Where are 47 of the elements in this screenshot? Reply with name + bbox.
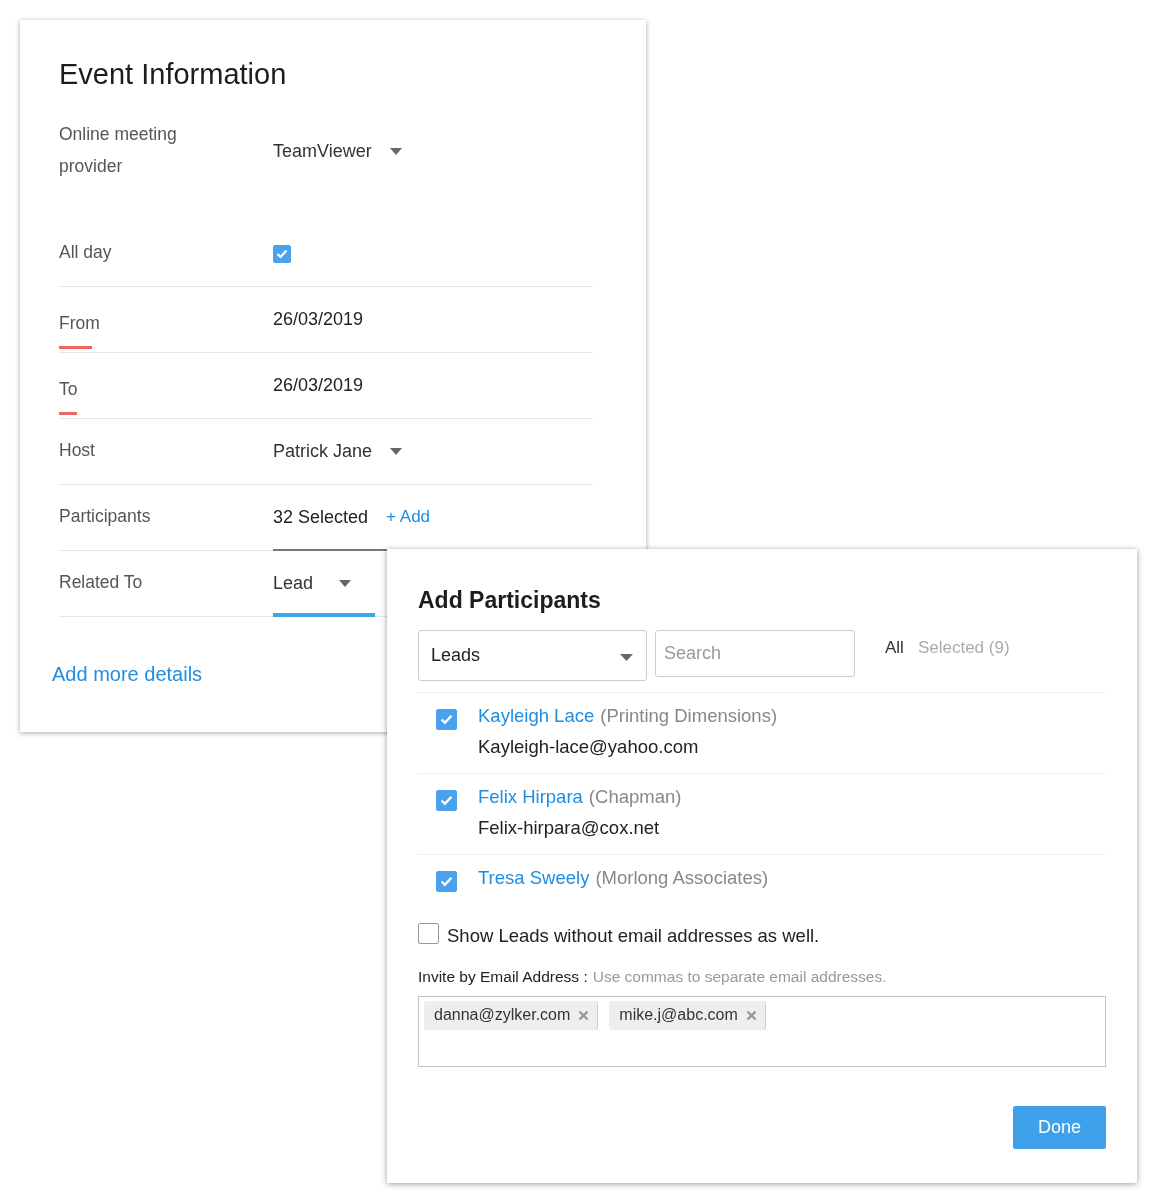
field-label: Participants bbox=[59, 505, 151, 528]
dropdown[interactable]: TeamViewer bbox=[273, 111, 402, 192]
add-more-details-link[interactable]: Add more details bbox=[52, 663, 203, 686]
participant-name[interactable]: Tresa Sweely bbox=[478, 867, 590, 889]
participant-name[interactable]: Kayleigh Lace bbox=[478, 705, 595, 727]
search-field[interactable]: Search bbox=[655, 630, 855, 677]
caret-icon bbox=[339, 579, 352, 587]
selected-count: 32 Selected bbox=[273, 506, 369, 528]
check-icon bbox=[440, 714, 453, 725]
checkbox[interactable] bbox=[436, 790, 457, 811]
invite-label: Invite by Email Address : bbox=[418, 968, 588, 986]
dialog-title: Add Participants bbox=[418, 587, 602, 614]
card-title: Event Information bbox=[59, 58, 288, 91]
caret-icon bbox=[620, 654, 633, 661]
email-input-field[interactable]: danna@zylker.com mike.j@abc.com bbox=[418, 996, 1106, 1067]
field-label: Host bbox=[59, 439, 95, 462]
participant-email: Felix-hirpara@cox.net bbox=[478, 817, 661, 839]
company-name: (Printing Dimensions) bbox=[600, 705, 778, 727]
date-field[interactable]: 26/03/2019 bbox=[273, 309, 364, 330]
check-icon bbox=[276, 248, 288, 259]
close-icon[interactable] bbox=[745, 1009, 757, 1021]
check-icon bbox=[440, 795, 453, 806]
check-icon bbox=[440, 876, 453, 887]
company-name: (Morlong Associates) bbox=[595, 867, 769, 889]
checkbox[interactable] bbox=[436, 709, 457, 730]
dropdown[interactable]: Patrick Jane bbox=[273, 419, 403, 485]
participant-email: Kayleigh-lace@yahoo.com bbox=[478, 736, 700, 758]
caret-icon bbox=[389, 147, 402, 155]
invite-hint: Use commas to separate email addresses. bbox=[592, 968, 887, 986]
email-chip: mike.j@abc.com bbox=[609, 1001, 766, 1030]
checkbox[interactable] bbox=[436, 871, 457, 892]
checkbox[interactable] bbox=[418, 922, 439, 944]
filter-tab[interactable]: All bbox=[885, 638, 904, 658]
field-label: Related To bbox=[59, 571, 143, 594]
email-chip: danna@zylker.com bbox=[424, 1001, 599, 1030]
participant-name[interactable]: Felix Hirpara bbox=[478, 786, 583, 808]
dropdown[interactable]: Lead bbox=[273, 551, 376, 617]
checkbox[interactable] bbox=[273, 244, 291, 263]
close-icon[interactable] bbox=[578, 1009, 590, 1021]
checkbox-label: Show Leads without email addresses as well. bbox=[447, 925, 820, 947]
module-dropdown[interactable]: Leads bbox=[418, 630, 647, 681]
field-label: Online meeting provider bbox=[59, 122, 178, 178]
company-name: (Chapman) bbox=[588, 786, 682, 808]
field-label: All day bbox=[59, 241, 112, 264]
date-field[interactable]: 26/03/2019 bbox=[273, 375, 364, 396]
caret-icon bbox=[390, 448, 403, 455]
add-link[interactable]: + Add bbox=[386, 507, 431, 527]
